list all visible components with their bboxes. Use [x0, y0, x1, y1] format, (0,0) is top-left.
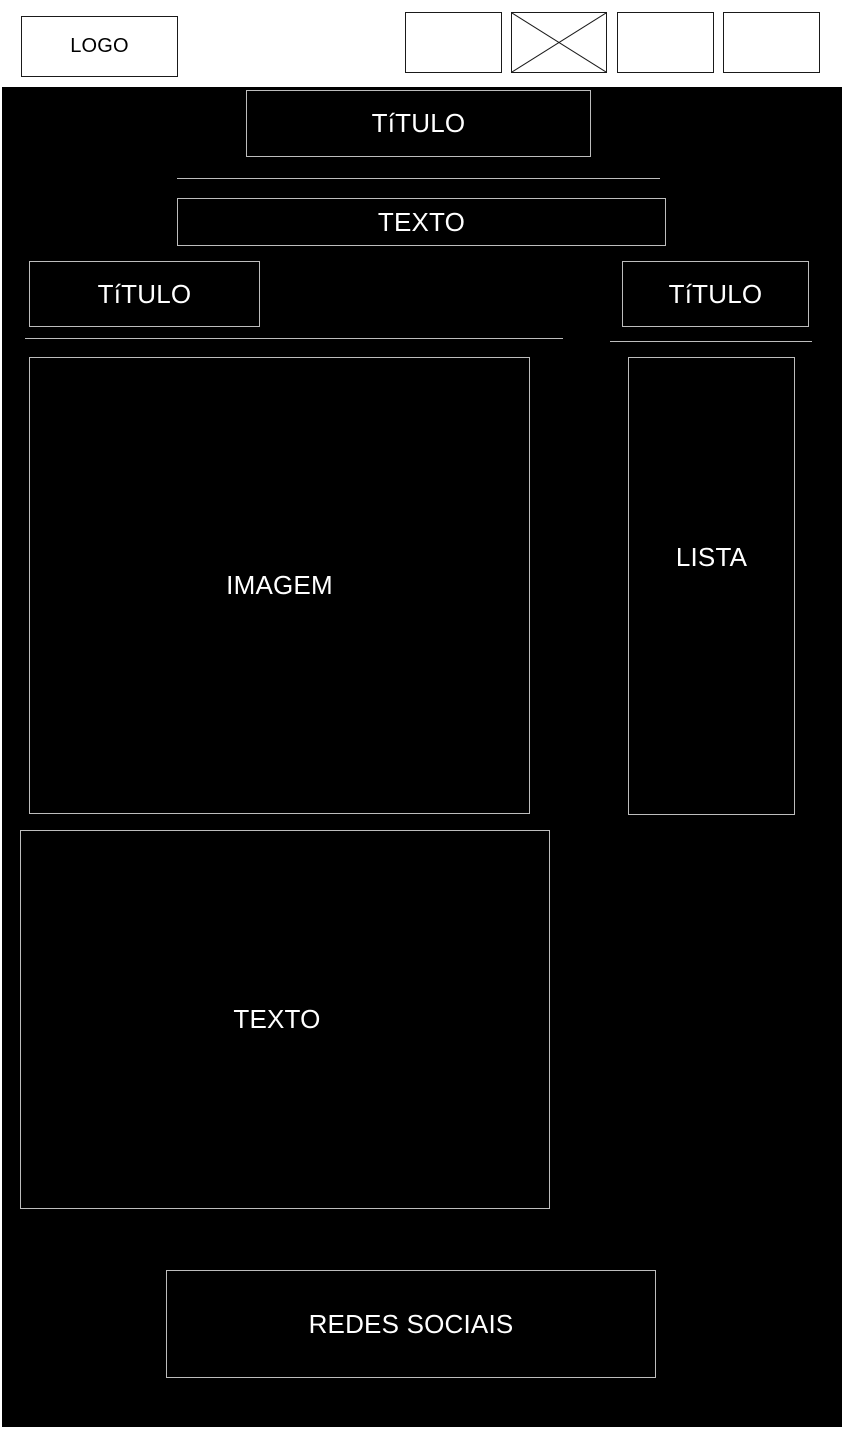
nav-item-3[interactable] [617, 12, 714, 73]
intro-text: TEXTO [177, 198, 666, 246]
page-title-label: TíTULO [371, 108, 466, 138]
social-networks-label: REDES SOCIAIS [308, 1308, 514, 1339]
page-title: TíTULO [246, 90, 591, 157]
logo-label: LOGO [70, 35, 129, 57]
nav-item-1[interactable] [405, 12, 502, 73]
list-panel[interactable]: LISTA [628, 357, 795, 815]
nav-item-2[interactable] [511, 12, 607, 73]
left-column-title-label: TíTULO [97, 278, 192, 309]
image-placeholder-label: IMAGEM [226, 570, 333, 600]
divider-right [610, 341, 812, 342]
divider-top [177, 178, 660, 179]
right-column-title: TíTULO [622, 261, 809, 327]
text-block: TEXTO [20, 830, 550, 1209]
text-block-label: TEXTO [233, 1004, 321, 1034]
intro-text-label: TEXTO [377, 206, 466, 237]
social-networks[interactable]: REDES SOCIAIS [166, 1270, 656, 1378]
list-panel-label: LISTA [675, 542, 748, 572]
right-column-title-label: TíTULO [668, 278, 763, 309]
image-placeholder: IMAGEM [29, 357, 530, 814]
logo[interactable]: LOGO [21, 16, 178, 77]
left-column-title: TíTULO [29, 261, 260, 327]
image-placeholder-icon [512, 13, 606, 72]
divider-left [25, 338, 563, 339]
nav-item-4[interactable] [723, 12, 820, 73]
